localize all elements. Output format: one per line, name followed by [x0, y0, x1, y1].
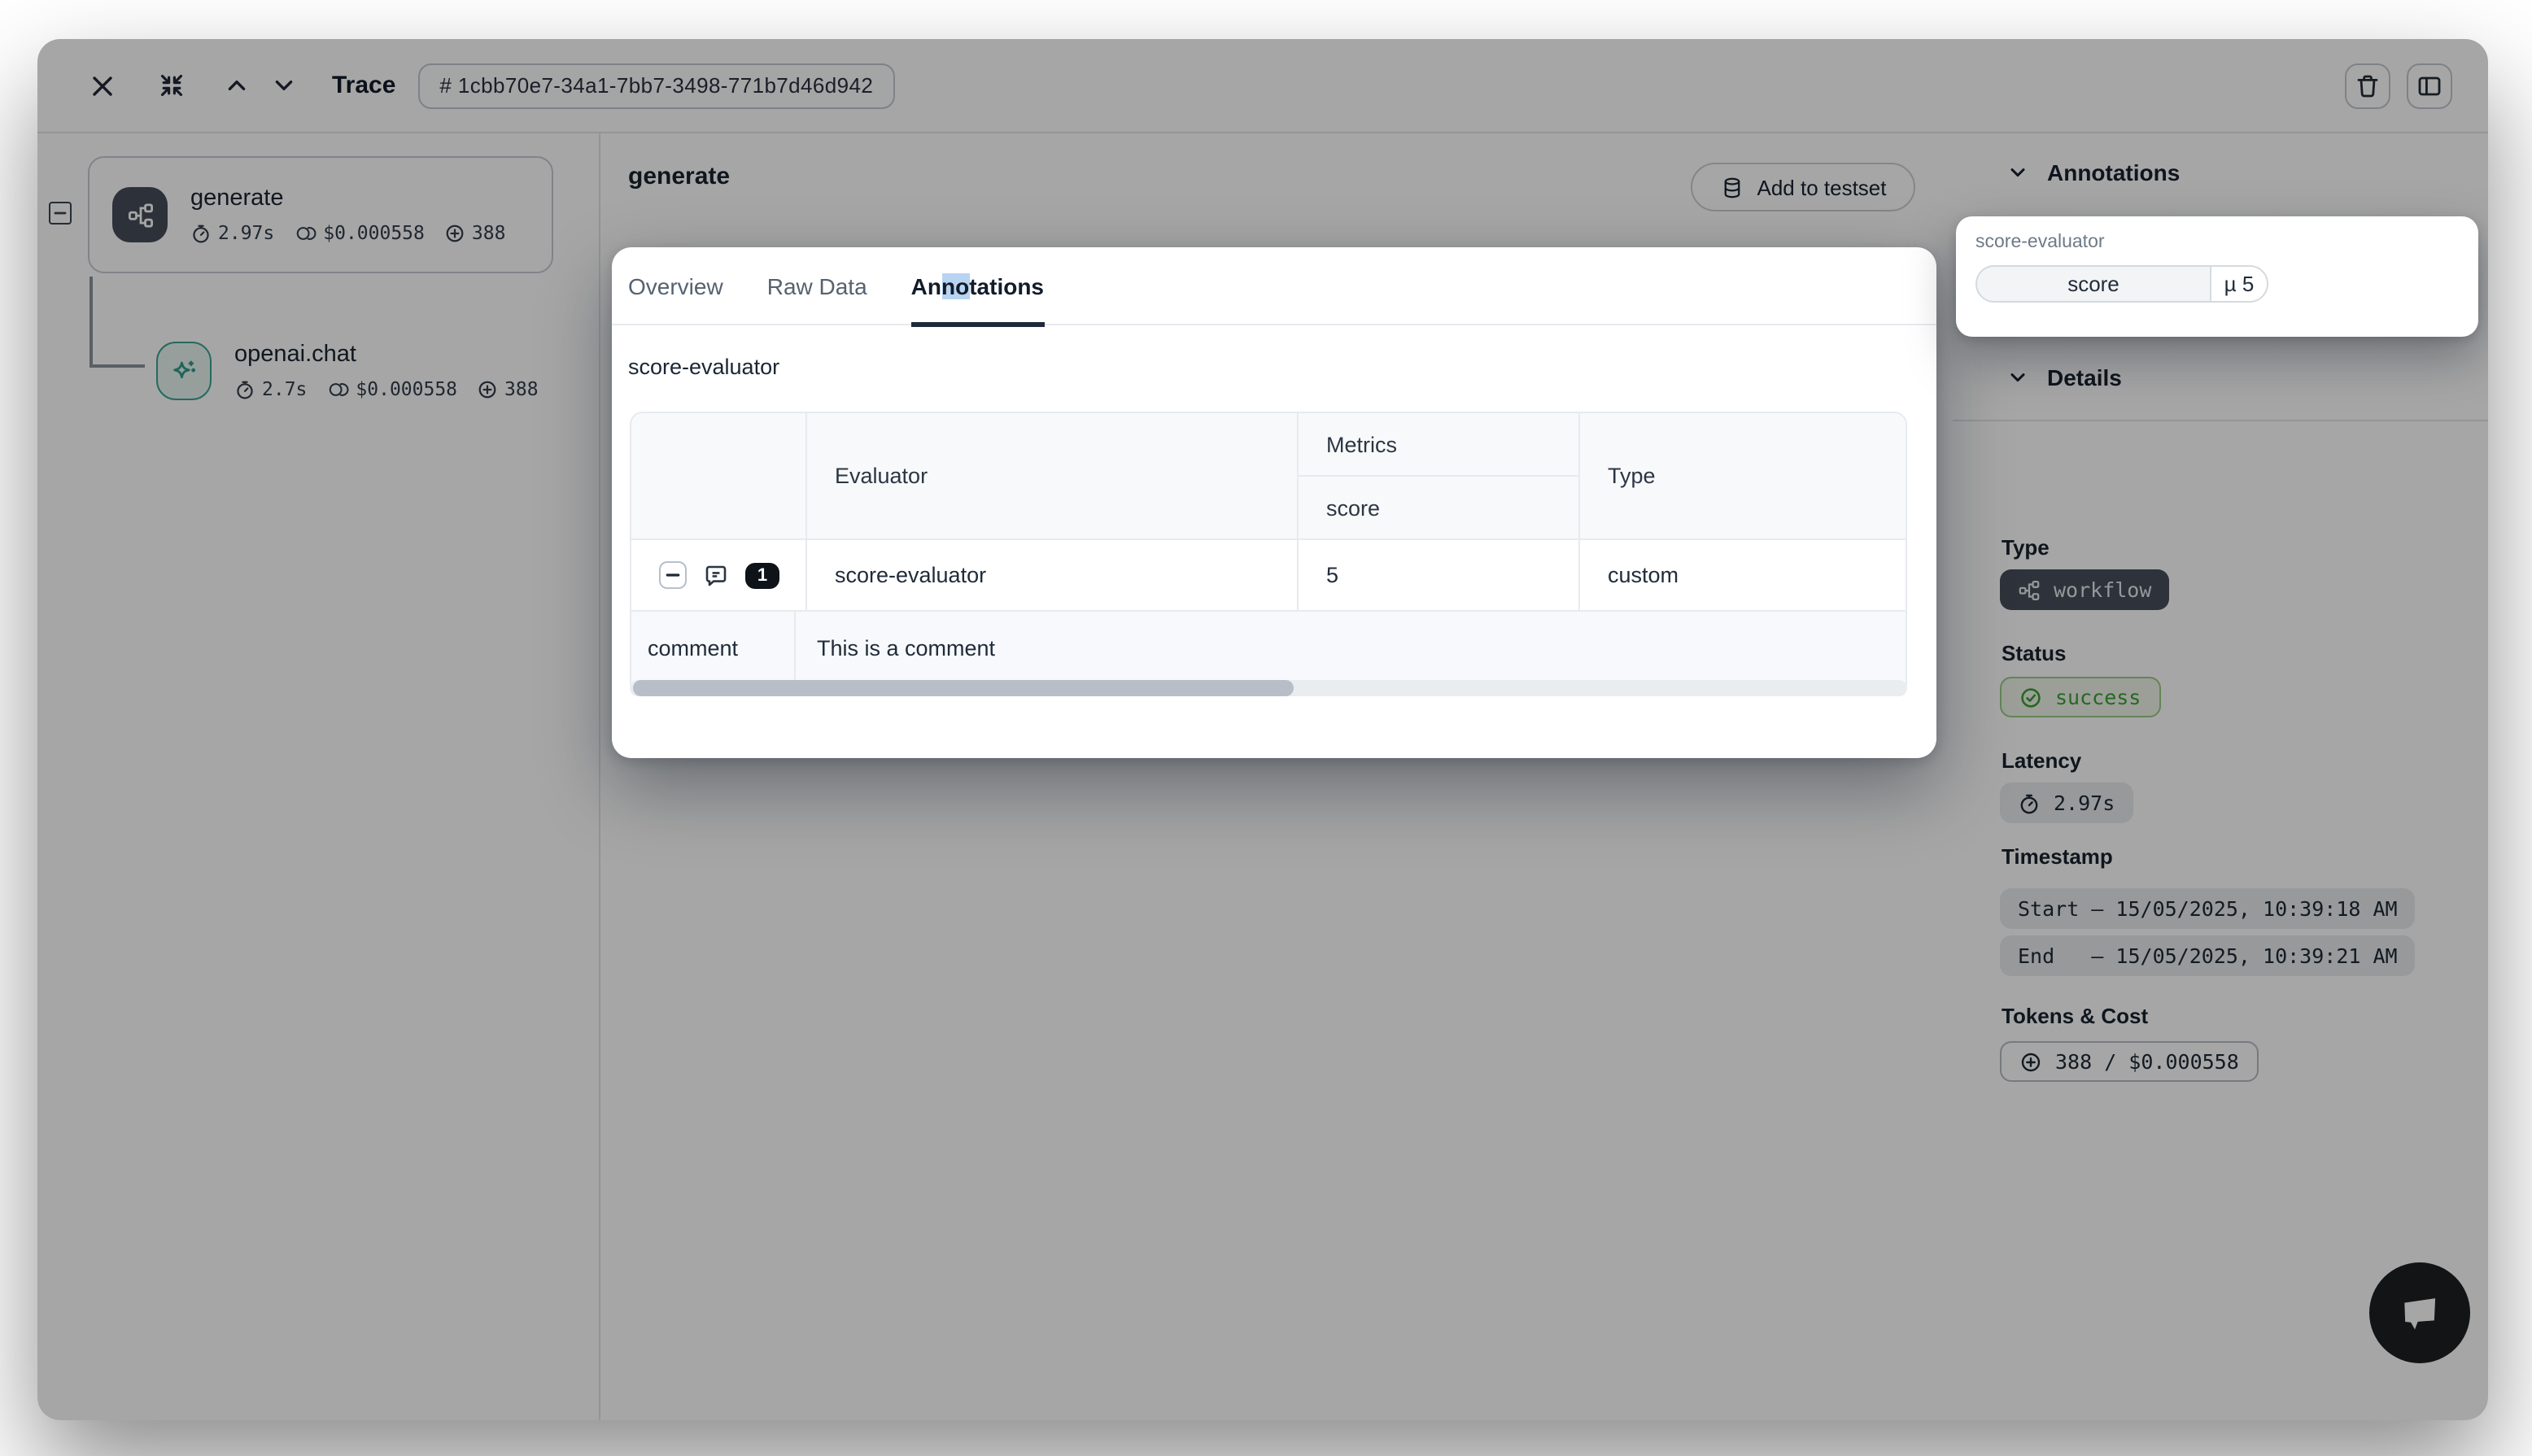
score-pill-mean-value[interactable]: µ 5: [2211, 267, 2267, 301]
evaluator-heading: score-evaluator: [628, 355, 779, 379]
evaluator-cell: score-evaluator: [835, 563, 986, 587]
annotation-score-card: score-evaluator score µ 5: [1956, 216, 2478, 337]
active-tab-underline: [911, 321, 1044, 326]
page-background: Trace # 1cbb70e7-34a1-7bb7-3498-771b7d46…: [0, 0, 2532, 1456]
type-column-header: Type: [1608, 464, 1656, 488]
annotation-evaluator-label: score-evaluator: [1975, 233, 2459, 252]
type-cell: custom: [1608, 563, 1679, 587]
row-controls: 1: [631, 540, 805, 610]
metric-name-subheader: score: [1326, 495, 1380, 520]
trace-modal-window: Trace # 1cbb70e7-34a1-7bb7-3498-771b7d46…: [37, 39, 2488, 1420]
comment-count-badge: 1: [745, 562, 779, 588]
tab-annotations[interactable]: Annotations: [911, 246, 1044, 325]
text-selection-highlight: no: [941, 272, 969, 299]
table-row[interactable]: 1 score-evaluator 5 custom: [631, 538, 1906, 610]
metrics-column-header: Metrics: [1326, 432, 1397, 456]
evaluator-column-header: Evaluator: [835, 464, 928, 488]
score-pill-metric[interactable]: score: [1977, 267, 2211, 301]
comment-icon[interactable]: [703, 562, 729, 588]
tab-overview[interactable]: Overview: [628, 246, 723, 325]
tab-label: Raw Data: [767, 272, 867, 299]
comment-key: comment: [648, 635, 738, 660]
horizontal-scrollbar-track[interactable]: [630, 680, 1907, 696]
tab-label: Overview: [628, 272, 723, 299]
comment-row: comment This is a comment: [631, 610, 1906, 683]
controls-column-header: [631, 413, 805, 538]
score-cell: 5: [1326, 563, 1338, 587]
comment-value: This is a comment: [817, 635, 995, 660]
score-pill[interactable]: score µ 5: [1975, 265, 2268, 303]
tab-raw-data[interactable]: Raw Data: [767, 246, 867, 325]
tab-label: Annotations: [911, 272, 1044, 299]
tab-bar: Overview Raw Data Annotations: [612, 247, 1936, 325]
table-header: Evaluator Metrics score Type: [631, 413, 1906, 538]
span-detail-card: Overview Raw Data Annotations score-eval…: [612, 247, 1936, 758]
annotations-table: Evaluator Metrics score Type: [630, 412, 1907, 685]
collapse-row-button[interactable]: [659, 561, 687, 589]
horizontal-scrollbar-thumb[interactable]: [633, 680, 1294, 696]
